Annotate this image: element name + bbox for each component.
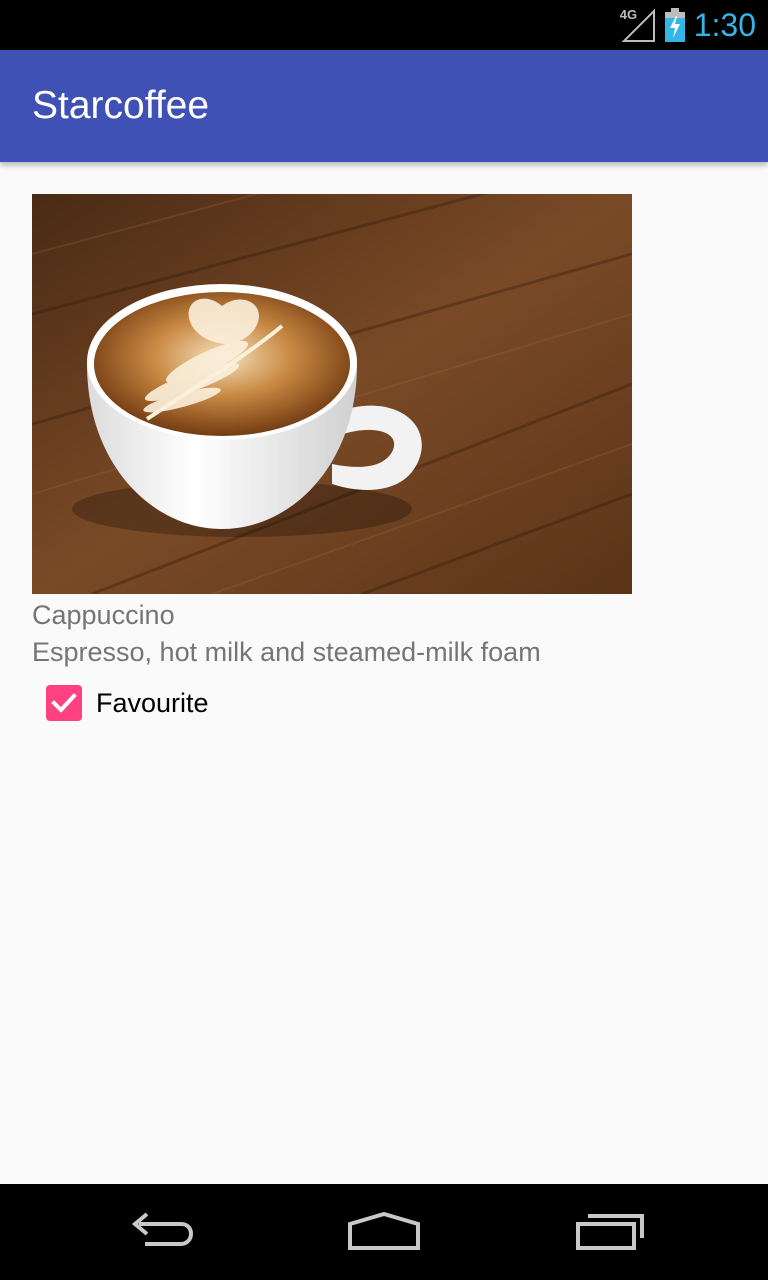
checkbox-checked-icon[interactable] — [46, 685, 82, 721]
status-clock: 1:30 — [693, 7, 756, 43]
home-button[interactable] — [304, 1184, 464, 1280]
back-button[interactable] — [80, 1184, 240, 1280]
favourite-checkbox[interactable]: Favourite — [40, 676, 209, 730]
cappuccino-photo — [32, 194, 632, 594]
back-icon[interactable] — [125, 1212, 195, 1252]
recents-icon[interactable] — [574, 1212, 646, 1252]
status-icons: 4G 1:30 — [620, 0, 756, 50]
home-icon[interactable] — [346, 1212, 422, 1252]
coffee-description: Espresso, hot milk and steamed-milk foam — [32, 637, 541, 667]
coffee-name: Cappuccino — [32, 600, 175, 630]
signal-icon: 4G — [620, 7, 656, 43]
app-title: Starcoffee — [32, 84, 210, 127]
navigation-bar — [0, 1184, 768, 1280]
app-bar: Starcoffee — [0, 50, 768, 162]
favourite-label[interactable]: Favourite — [96, 688, 209, 719]
status-bar: 4G 1:30 — [0, 0, 768, 50]
recents-button[interactable] — [530, 1184, 690, 1280]
coffee-detail: Cappuccino Espresso, hot milk and steame… — [0, 162, 768, 1184]
battery-charging-icon — [664, 8, 686, 42]
